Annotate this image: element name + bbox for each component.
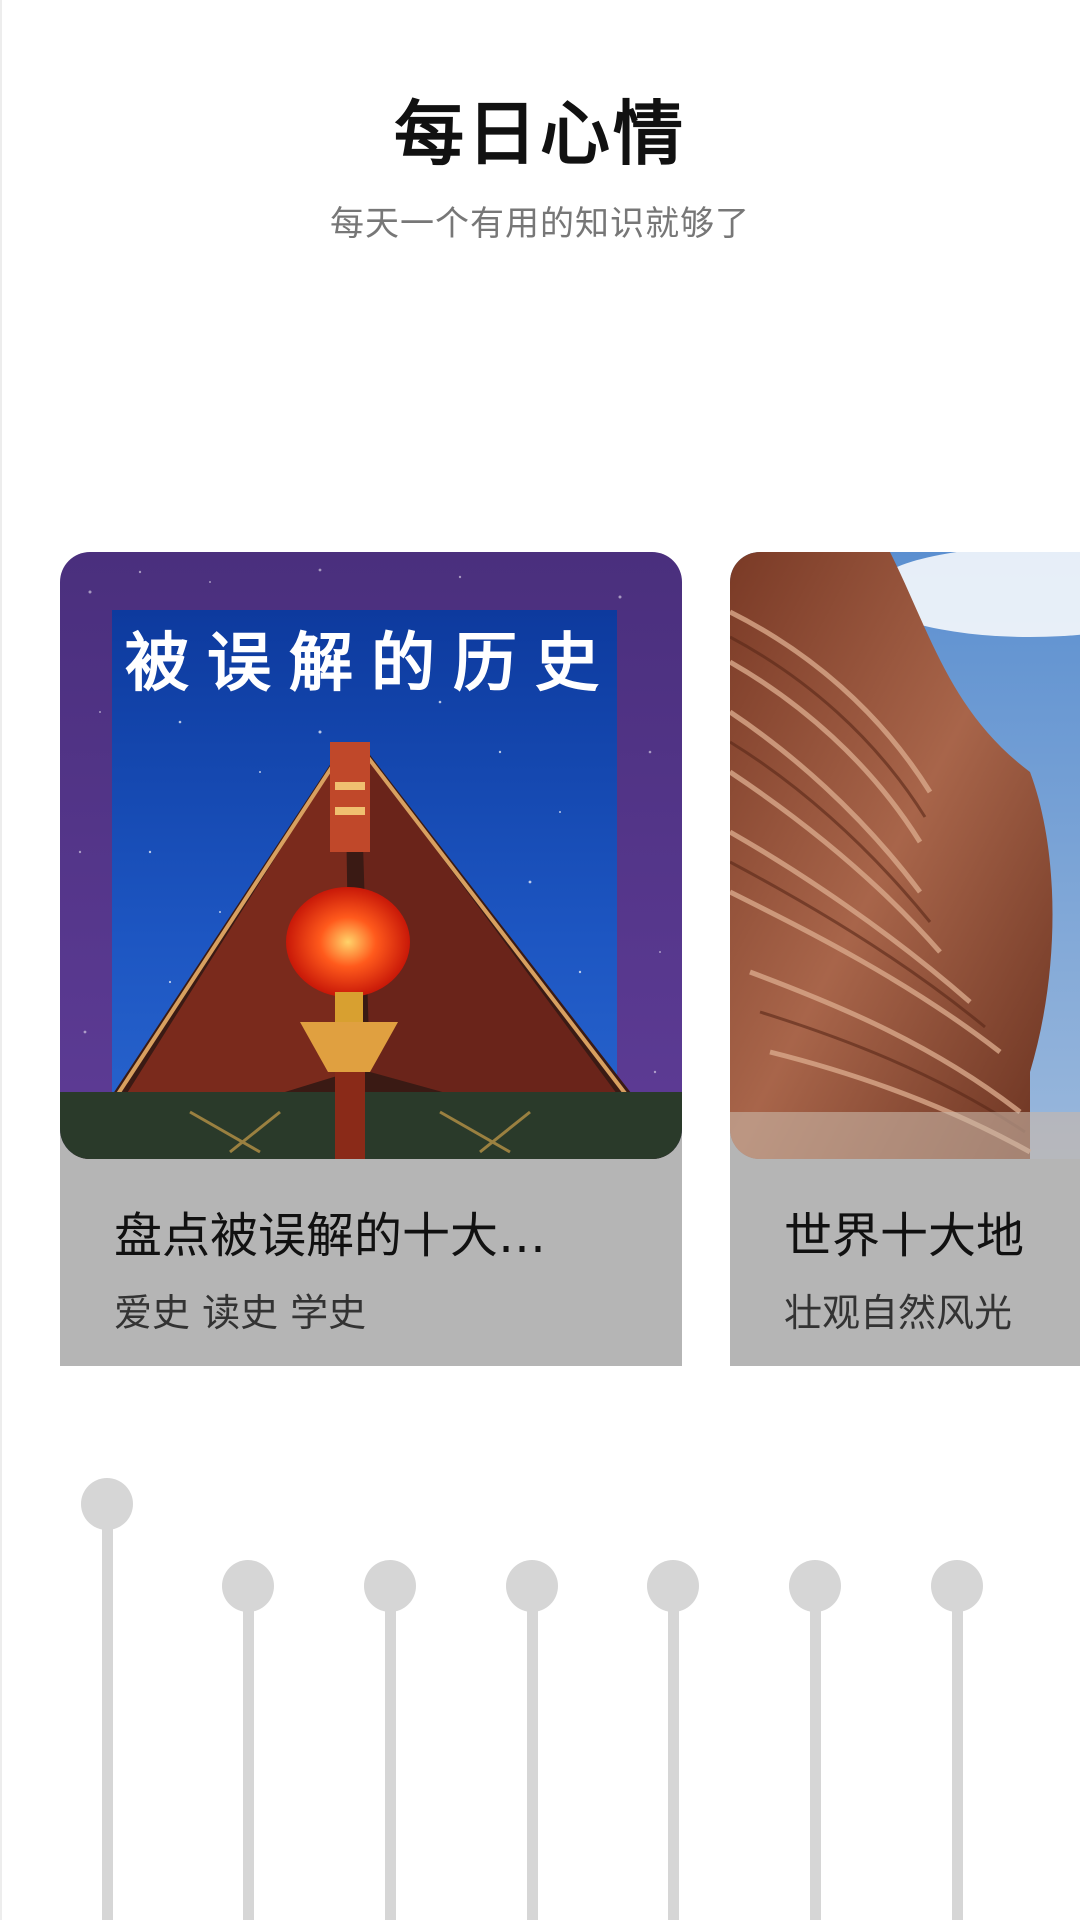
card-info: 世界十大地 壮观自然风光 <box>730 1132 1080 1366</box>
card-title: 盘点被误解的十大… <box>114 1208 547 1264</box>
card-tags: 壮观自然风光 <box>784 1291 1013 1335</box>
mood-slider[interactable] <box>360 1440 420 1920</box>
mood-slider[interactable] <box>785 1440 845 1920</box>
card-tags: 爱史 读史 学史 <box>114 1291 367 1335</box>
slider-track <box>243 1586 254 1920</box>
slider-knob[interactable] <box>364 1560 416 1612</box>
slider-knob[interactable] <box>789 1560 841 1612</box>
card-cover-image <box>730 552 1080 1159</box>
mood-slider[interactable] <box>218 1440 278 1920</box>
slider-knob[interactable] <box>506 1560 558 1612</box>
mood-slider[interactable] <box>77 1440 137 1920</box>
card-carousel[interactable]: 被误解的历史 盘点被误解的十大… 爱史 读史 学史 世界十大地 壮观自然风光 <box>0 552 1080 1366</box>
rock-wave-illustration <box>730 552 1080 1159</box>
slider-track <box>668 1586 679 1920</box>
slider-knob[interactable] <box>647 1560 699 1612</box>
card-info: 盘点被误解的十大… 爱史 读史 学史 <box>60 1132 682 1366</box>
slider-track <box>952 1586 963 1920</box>
page-subtitle: 每天一个有用的知识就够了 <box>330 204 750 244</box>
page-title: 每日心情 <box>394 93 686 175</box>
card-title: 世界十大地 <box>784 1208 1025 1264</box>
card-top-ten-landforms[interactable]: 世界十大地 壮观自然风光 <box>730 552 1080 1366</box>
slider-track <box>810 1586 821 1920</box>
cover-caption: 被误解的历史 <box>125 626 617 701</box>
card-misunderstood-history[interactable]: 被误解的历史 盘点被误解的十大… 爱史 读史 学史 <box>60 552 682 1366</box>
slider-track <box>527 1586 538 1920</box>
slider-knob[interactable] <box>81 1478 133 1531</box>
mood-slider[interactable] <box>927 1440 987 1920</box>
slider-track <box>385 1586 396 1920</box>
mood-sliders <box>0 1440 1080 1920</box>
mood-slider[interactable] <box>643 1440 703 1920</box>
card-cover-image: 被误解的历史 <box>60 552 682 1159</box>
mood-slider[interactable] <box>502 1440 562 1920</box>
slider-track <box>102 1504 113 1920</box>
slider-knob[interactable] <box>931 1560 983 1612</box>
slider-knob[interactable] <box>222 1560 274 1612</box>
